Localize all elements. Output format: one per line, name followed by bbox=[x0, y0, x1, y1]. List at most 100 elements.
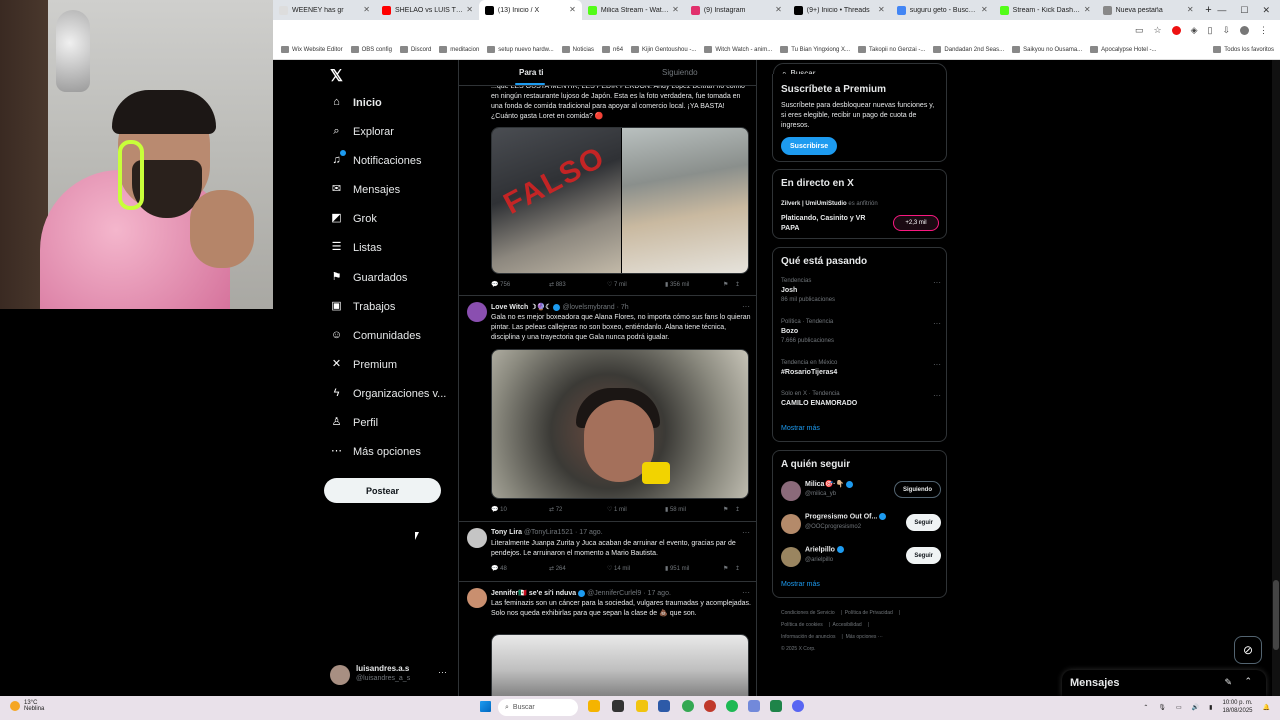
sidebar-item-organizaciones-v[interactable]: ϟ Organizaciones v... bbox=[330, 387, 447, 400]
follow-suggestion[interactable]: Milica🎯·👇🏼 @milica_yb Siguiendo bbox=[781, 479, 941, 505]
all-bookmarks[interactable]: Todos los favoritos bbox=[1213, 46, 1274, 53]
bookmark-item[interactable]: Takopii no Genzai -... bbox=[858, 46, 925, 53]
bookmark-item[interactable]: meditacion bbox=[439, 46, 479, 53]
views-action[interactable]: ▮ 58 mil bbox=[665, 506, 723, 513]
cast-icon[interactable]: ▭ bbox=[1135, 25, 1144, 36]
tab-following[interactable]: Siguiendo bbox=[662, 68, 698, 77]
bookmark-icon[interactable]: ⚑ bbox=[723, 506, 735, 513]
sidebar-item-más-opciones[interactable]: ⋯ Más opciones bbox=[330, 445, 421, 458]
share-icon[interactable]: ↥ bbox=[735, 565, 747, 572]
close-icon[interactable]: ✕ bbox=[569, 5, 576, 14]
download-icon[interactable]: ⇩ bbox=[1222, 25, 1230, 36]
footer-link[interactable]: Política de cookies bbox=[781, 622, 823, 628]
subscribe-button[interactable]: Suscribirse bbox=[781, 137, 838, 155]
more-icon[interactable]: ··· bbox=[933, 391, 941, 400]
browser-tab[interactable]: Milica Stream - Watch Live✕ bbox=[582, 0, 685, 20]
live-card[interactable]: En directo en X Zilverk | UmiUmiStudio e… bbox=[772, 169, 947, 239]
sidepanel-icon[interactable]: ▯ bbox=[1208, 25, 1213, 36]
scrollbar-thumb[interactable] bbox=[1273, 580, 1279, 650]
sidebar-item-grok[interactable]: ◩ Grok bbox=[330, 212, 377, 225]
repost-action[interactable]: ⇄ 72 bbox=[549, 506, 607, 513]
x-logo-icon[interactable]: 𝕏 bbox=[330, 66, 343, 86]
sidebar-item-perfil[interactable]: ♙ Perfil bbox=[330, 416, 379, 429]
sidebar-item-premium[interactable]: ✕ Premium bbox=[330, 358, 397, 371]
profile-avatar-icon[interactable] bbox=[1240, 25, 1249, 35]
close-icon[interactable]: ✕ bbox=[363, 5, 370, 14]
views-action[interactable]: ▮ 951 mil bbox=[665, 565, 723, 572]
bookmark-item[interactable]: Discord bbox=[399, 46, 431, 53]
like-action[interactable]: ♡ 1 mil bbox=[607, 506, 665, 513]
close-icon[interactable]: ✕ bbox=[672, 5, 679, 14]
taskbar-search[interactable]: ⌕ Buscar bbox=[498, 699, 578, 716]
like-action[interactable]: ♡ 14 mil bbox=[607, 565, 665, 572]
taskbar-app-icon[interactable] bbox=[612, 700, 624, 712]
minimize-icon[interactable]: — bbox=[1217, 5, 1226, 16]
browser-tab-active[interactable]: (13) Inicio / X ✕ bbox=[478, 0, 582, 20]
views-action[interactable]: ▮ 356 mil bbox=[665, 281, 723, 288]
extension-icon[interactable] bbox=[1171, 25, 1181, 35]
spotify-icon[interactable] bbox=[726, 700, 738, 712]
sidebar-item-notificaciones[interactable]: ♫ Notificaciones bbox=[330, 150, 421, 167]
taskbar-app-icon[interactable] bbox=[704, 700, 716, 712]
menu-kebab-icon[interactable]: ⋮ bbox=[1259, 25, 1268, 36]
browser-tab[interactable]: suguru geto - Buscar con G✕ bbox=[891, 0, 994, 20]
browser-tab[interactable]: WEENEY has gr ✕ bbox=[273, 0, 376, 20]
close-icon[interactable]: ✕ bbox=[878, 5, 885, 14]
network-icon[interactable]: ▭ bbox=[1176, 704, 1182, 711]
clock[interactable]: 10:00 p. m. 18/08/2025 bbox=[1222, 699, 1252, 715]
like-action[interactable]: ♡ 7 mil bbox=[607, 281, 665, 288]
browser-tab[interactable]: (9+) Inicio • Threads ✕ bbox=[788, 0, 891, 20]
more-icon[interactable]: ··· bbox=[438, 667, 447, 677]
bookmark-item[interactable]: Dandadan 2nd Seas... bbox=[933, 46, 1004, 53]
tweet[interactable]: Jennifer🇲🇽 se'e si'i nduva @JenniferCurl… bbox=[459, 582, 756, 696]
reply-action[interactable]: 💬 10 bbox=[491, 506, 549, 513]
bookmark-item[interactable]: Kijin Gentoushou -... bbox=[631, 46, 696, 53]
bookmark-item[interactable]: setup nuevo hardw... bbox=[487, 46, 554, 53]
footer-link[interactable]: Política de Privacidad bbox=[845, 610, 893, 616]
share-icon[interactable]: ↥ bbox=[735, 281, 747, 288]
tweet-media[interactable]: FALSO bbox=[491, 127, 749, 274]
chevron-up-icon[interactable]: ⌃ bbox=[1143, 704, 1148, 711]
close-window-icon[interactable]: ✕ bbox=[1262, 5, 1270, 16]
tab-for-you[interactable]: Para ti bbox=[519, 68, 543, 77]
repost-action[interactable]: ⇄ 264 bbox=[549, 565, 607, 572]
bookmark-item[interactable]: OBS config bbox=[350, 46, 392, 53]
discord-icon[interactable] bbox=[792, 700, 804, 712]
tweet-media[interactable] bbox=[491, 634, 749, 696]
bookmark-item[interactable]: Witch Watch - anim... bbox=[704, 46, 772, 53]
follow-suggestion[interactable]: Progresismo Out Of... @OOCprogresismo2 S… bbox=[781, 512, 941, 538]
taskbar-app-icon[interactable] bbox=[748, 700, 760, 712]
bookmark-item[interactable]: Noticias bbox=[561, 46, 594, 53]
sidebar-item-guardados[interactable]: ⚑ Guardados bbox=[330, 271, 408, 284]
tweet[interactable]: Love Witch ☽🔮☾ @lovelsmybrand · 7h ··· G… bbox=[459, 296, 756, 522]
sidebar-item-explorar[interactable]: ⌕ Explorar bbox=[330, 125, 394, 138]
tweet-media[interactable] bbox=[491, 349, 749, 499]
sidebar-item-inicio[interactable]: ⌂ Inicio bbox=[330, 96, 382, 109]
tweet[interactable]: ...que LES GUSTA MENTIR, LES PEDIR PERDÓ… bbox=[459, 60, 756, 296]
new-tab-button[interactable]: + bbox=[1200, 4, 1218, 16]
scrollbar[interactable] bbox=[1272, 60, 1280, 696]
volume-icon[interactable]: 🔊 bbox=[1192, 704, 1199, 711]
trend-item[interactable]: Política · Tendencia Bozo 7.666 publicac… bbox=[781, 319, 941, 344]
more-icon[interactable]: ··· bbox=[933, 319, 941, 328]
bookmark-item[interactable]: Saikyou no Ousama... bbox=[1012, 46, 1082, 53]
footer-link[interactable]: Información de anuncios bbox=[781, 634, 835, 640]
bookmark-item[interactable]: Tu Bian Yingxiong X... bbox=[780, 46, 850, 53]
follow-suggestion[interactable]: Arielpillo @arielpillo Seguir bbox=[781, 545, 941, 571]
sidebar-item-listas[interactable]: ☰ Listas bbox=[330, 241, 382, 254]
sidebar-item-trabajos[interactable]: ▣ Trabajos bbox=[330, 300, 395, 313]
bookmark-icon[interactable]: ⚑ bbox=[723, 565, 735, 572]
windows-start-icon[interactable] bbox=[480, 701, 491, 712]
browser-tab[interactable]: Nueva pestaña ✕ bbox=[1097, 0, 1200, 20]
taskbar-app-icon[interactable] bbox=[588, 700, 600, 712]
chrome-icon[interactable] bbox=[682, 700, 694, 712]
footer-more-options[interactable]: Más opciones ··· bbox=[846, 634, 883, 640]
close-icon[interactable]: ✕ bbox=[981, 5, 988, 14]
follow-button[interactable]: Seguir bbox=[906, 547, 941, 564]
file-explorer-icon[interactable] bbox=[636, 700, 648, 712]
chevron-up-icon[interactable]: ⌃ bbox=[1244, 676, 1252, 687]
close-icon[interactable]: ✕ bbox=[1187, 5, 1194, 14]
share-icon[interactable]: ↥ bbox=[735, 506, 747, 513]
close-icon[interactable]: ✕ bbox=[775, 5, 782, 14]
more-icon[interactable]: ··· bbox=[742, 528, 750, 537]
